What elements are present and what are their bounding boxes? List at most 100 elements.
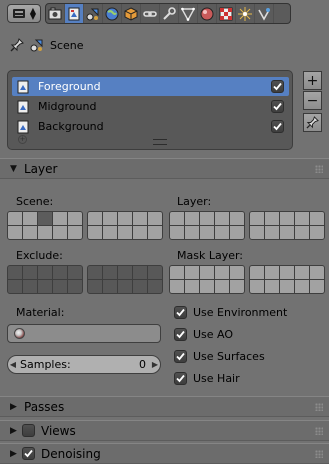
render-icon: [48, 7, 62, 19]
render-layers-list: Foreground Midground Background +: [7, 70, 293, 150]
material-icon: [200, 7, 214, 20]
list-item-background[interactable]: Background: [12, 117, 289, 136]
collapsed-triangle-icon: ▶: [10, 401, 17, 412]
samples-field[interactable]: ◀ Samples: 0 ▶: [7, 355, 161, 374]
decrement-arrow-icon[interactable]: ◀: [8, 360, 18, 369]
denoising-panel-header[interactable]: ▶ Denoising: [0, 443, 329, 464]
checkmark-icon: [176, 352, 185, 360]
list-resize-grip[interactable]: [153, 139, 167, 145]
exclude-label: Exclude:: [16, 249, 63, 262]
data-icon: [181, 7, 195, 21]
world-icon: [105, 7, 119, 20]
list-filter-options-icon[interactable]: +: [18, 135, 27, 144]
properties-header: ▲ ▼: [0, 0, 329, 26]
use-hair-checkbox[interactable]: [174, 371, 187, 385]
particles-icon: [238, 6, 252, 21]
pin-layer-button[interactable]: [303, 113, 322, 132]
scene-layers-grid-b[interactable]: [87, 211, 163, 240]
tab-scene[interactable]: [84, 4, 103, 23]
use-surfaces-label: Use Surfaces: [193, 349, 265, 363]
layer-grid-a[interactable]: [169, 211, 245, 240]
modifiers-icon: [163, 6, 176, 20]
tab-data[interactable]: [179, 4, 198, 23]
layer-panel-title: Layer: [24, 161, 58, 176]
list-item-foreground[interactable]: Foreground: [12, 77, 289, 96]
pin-icon: [306, 116, 319, 129]
checkmark-icon: [176, 374, 185, 382]
passes-panel-title: Passes: [24, 399, 65, 414]
scene-layers-grid-a[interactable]: [7, 211, 83, 240]
checkmark-icon: [273, 102, 282, 111]
properties-editor-icon: [13, 9, 25, 18]
use-ao-option[interactable]: Use AO: [174, 326, 233, 342]
use-environment-checkbox[interactable]: [174, 305, 187, 319]
context-tabs: [45, 3, 291, 24]
checkmark-icon: [273, 82, 282, 91]
tab-physics[interactable]: [255, 4, 274, 23]
samples-value: 0: [139, 358, 146, 371]
checkmark-icon: [176, 308, 185, 316]
checkmark-icon: [176, 330, 185, 338]
list-item-label: Midground: [38, 100, 97, 113]
foreground-enabled-checkbox[interactable]: [271, 80, 284, 93]
tab-texture[interactable]: [217, 4, 236, 23]
add-layer-button[interactable]: +: [303, 71, 322, 90]
tab-constraints[interactable]: [141, 4, 160, 23]
samples-label: Samples:: [20, 358, 71, 371]
collapsed-triangle-icon: ▶: [10, 448, 17, 459]
layer-layers-label: Layer:: [177, 195, 212, 208]
list-item-midground[interactable]: Midground: [12, 97, 289, 116]
background-enabled-checkbox[interactable]: [271, 120, 284, 133]
drag-handle-icon[interactable]: [315, 403, 323, 411]
tab-modifiers[interactable]: [160, 4, 179, 23]
pin-icon[interactable]: [10, 38, 24, 52]
drag-handle-icon[interactable]: [315, 450, 323, 458]
scene-icon: [86, 8, 99, 20]
collapsed-triangle-icon: ▶: [10, 425, 17, 436]
material-override-field[interactable]: [7, 324, 161, 343]
checkmark-icon: [24, 449, 33, 458]
render-layer-icon: [17, 80, 29, 93]
mask-layer-grid-a[interactable]: [169, 265, 245, 294]
exclude-layers-grid-a[interactable]: [7, 265, 83, 294]
views-panel-header[interactable]: ▶ Views: [0, 420, 329, 441]
mask-layer-grid-b[interactable]: [249, 265, 325, 294]
use-ao-label: Use AO: [193, 327, 234, 341]
scene-icon: [30, 39, 43, 52]
material-label: Material:: [16, 306, 65, 319]
render-layer-icon: [17, 120, 29, 133]
tab-object[interactable]: [122, 4, 141, 23]
tab-material[interactable]: [198, 4, 217, 23]
list-item-label: Background: [38, 120, 104, 133]
use-surfaces-option[interactable]: Use Surfaces: [174, 348, 265, 364]
tab-particles[interactable]: [236, 4, 255, 23]
use-environment-label: Use Environment: [193, 305, 288, 319]
views-enable-checkbox[interactable]: [22, 424, 35, 437]
texture-icon: [219, 7, 233, 20]
mask-layer-label: Mask Layer:: [177, 249, 244, 262]
tab-render[interactable]: [46, 4, 65, 23]
expanded-triangle-icon: ▼: [10, 163, 17, 174]
tab-render-layers[interactable]: [65, 4, 84, 23]
increment-arrow-icon[interactable]: ▶: [150, 360, 160, 369]
scene-layers-label: Scene:: [16, 195, 54, 208]
denoising-enable-checkbox[interactable]: [22, 447, 35, 460]
drag-handle-icon[interactable]: [315, 427, 323, 435]
use-hair-option[interactable]: Use Hair: [174, 370, 240, 386]
use-surfaces-checkbox[interactable]: [174, 349, 187, 363]
layer-grid-b[interactable]: [249, 211, 325, 240]
context-scene-label: Scene: [50, 38, 84, 52]
drag-handle-icon[interactable]: [315, 165, 323, 173]
midground-enabled-checkbox[interactable]: [271, 100, 284, 113]
layer-panel-header[interactable]: ▼ Layer: [0, 158, 329, 179]
passes-panel-header[interactable]: ▶ Passes: [0, 396, 329, 417]
remove-layer-button[interactable]: −: [303, 91, 322, 110]
checkmark-icon: [273, 122, 282, 131]
tab-world[interactable]: [103, 4, 122, 23]
exclude-layers-grid-b[interactable]: [87, 265, 163, 294]
editor-type-button[interactable]: ▲ ▼: [7, 4, 41, 23]
use-environment-option[interactable]: Use Environment: [174, 304, 287, 320]
constraints-icon: [143, 10, 157, 17]
use-hair-label: Use Hair: [193, 371, 240, 385]
use-ao-checkbox[interactable]: [174, 327, 187, 341]
